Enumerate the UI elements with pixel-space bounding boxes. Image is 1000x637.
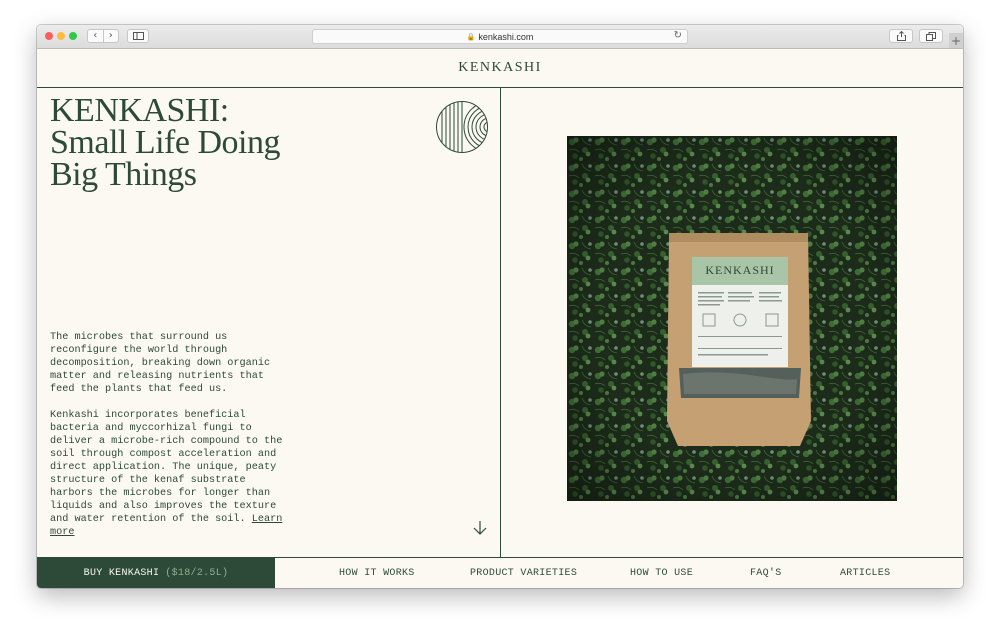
nav-product-varieties[interactable]: PRODUCT VARIETIES	[470, 558, 577, 588]
new-tab-button[interactable]: +	[949, 33, 963, 48]
nav-how-to-use[interactable]: HOW TO USE	[630, 558, 693, 588]
url-text: kenkashi.com	[478, 31, 534, 42]
product-panel: KENKASHI	[501, 88, 963, 557]
intro-copy: The microbes that surround us reconfigur…	[50, 331, 285, 552]
share-button[interactable]	[889, 29, 913, 43]
buy-button[interactable]: BUY KENKASHI ($18/2.5L)	[37, 558, 275, 588]
intro-paragraph: Kenkashi incorporates beneficial bacteri…	[50, 410, 283, 538]
site-logo[interactable]: KENKASHI	[37, 48, 963, 88]
clover-field-background: KENKASHI	[567, 136, 897, 501]
page-title: KENKASHI: Small Life Doing Big Things	[50, 94, 350, 193]
nav-faqs[interactable]: FAQ'S	[750, 558, 782, 588]
sidebar-icon	[132, 32, 144, 40]
address-bar[interactable]: 🔒 kenkashi.com ↻	[312, 29, 688, 44]
browser-window: ‹ › 🔒 kenkashi.com ↻ + KENKASHI KENKASHI…	[37, 25, 963, 588]
lock-icon: 🔒	[466, 33, 476, 41]
package-label: KENKASHI	[705, 263, 774, 277]
tabs-icon	[926, 31, 936, 41]
chevron-right-icon[interactable]: ›	[104, 30, 119, 42]
headline-line: Big Things	[50, 156, 197, 193]
intro-paragraph: The microbes that surround us reconfigur…	[50, 332, 271, 395]
bottom-navigation: BUY KENKASHI ($18/2.5L) HOW IT WORKS PRO…	[37, 557, 963, 588]
nav-how-it-works[interactable]: HOW IT WORKS	[339, 558, 415, 588]
product-image: KENKASHI	[567, 136, 897, 501]
browser-toolbar: ‹ › 🔒 kenkashi.com ↻ +	[37, 25, 963, 49]
reload-icon[interactable]: ↻	[674, 30, 682, 41]
tab-overview-button[interactable]	[919, 29, 943, 43]
chevron-left-icon[interactable]: ‹	[88, 30, 104, 42]
buy-label: BUY KENKASHI	[83, 568, 160, 579]
minimize-window-button[interactable]	[57, 32, 65, 40]
emblem-icon	[436, 101, 488, 153]
price-label: ($18/2.5L)	[165, 568, 229, 579]
history-nav: ‹ ›	[87, 29, 119, 43]
zoom-window-button[interactable]	[69, 32, 77, 40]
sidebar-toggle-button[interactable]	[127, 29, 149, 43]
close-window-button[interactable]	[45, 32, 53, 40]
share-icon	[896, 31, 906, 41]
arrow-down-icon[interactable]	[473, 520, 487, 536]
nav-articles[interactable]: ARTICLES	[840, 558, 890, 588]
intro-panel: KENKASHI: Small Life Doing Big Things Th…	[37, 88, 501, 557]
